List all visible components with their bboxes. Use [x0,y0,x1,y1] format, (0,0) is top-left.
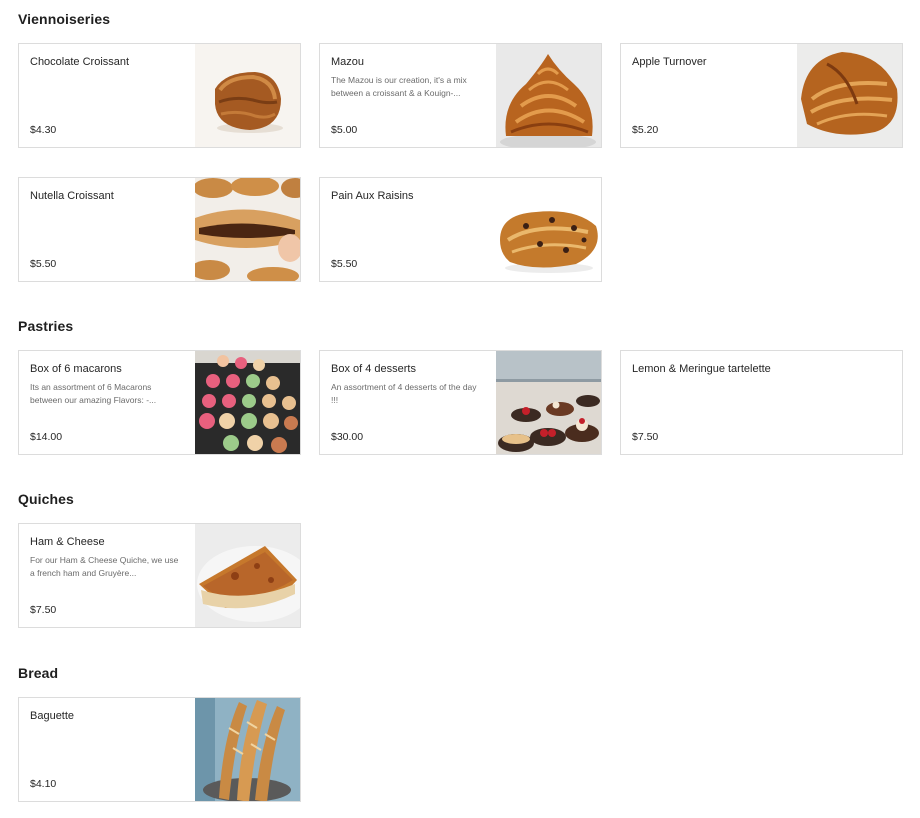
menu-item-name: Apple Turnover [632,56,707,68]
menu-item-description: The Mazou is our creation, it's a mix be… [331,75,467,98]
menu-item-name: Box of 6 macarons [30,363,122,375]
menu-item-text: Box of 4 desserts An assortment of 4 des… [331,351,496,454]
menu-item-description: For our Ham & Cheese Quiche, we use a fr… [30,555,179,578]
menu-item-text: Mazou The Mazou is our creation, it's a … [331,44,496,147]
menu-item-price: $7.50 [632,431,659,443]
menu-item-text: Nutella Croissant $5.50 [30,178,195,281]
menu-item-name: Nutella Croissant [30,190,114,202]
quiche-photo [195,524,300,627]
menu-item-description: Its an assortment of 6 Macarons between … [30,382,157,405]
section-title-bread: Bread [18,665,59,681]
chocolate-croissant-photo [195,44,300,147]
menu-item-name: Ham & Cheese [30,536,105,548]
menu-item-name: Lemon & Meringue tartelette [632,363,771,375]
menu-item-price: $5.00 [331,124,358,136]
menu-item-text: Box of 6 macarons Its an assortment of 6… [30,351,195,454]
menu-item-card[interactable]: Baguette $4.10 [18,697,301,802]
menu-item-price: $5.50 [331,258,358,270]
desserts-photo [496,351,601,454]
menu-item-price: $5.20 [632,124,659,136]
baguette-photo [195,698,300,801]
menu-item-card[interactable]: Box of 6 macarons Its an assortment of 6… [18,350,301,455]
apple-turnover-photo [797,44,902,147]
pain-aux-raisins-photo [496,178,601,281]
section-title-viennoiseries: Viennoiseries [18,11,111,27]
menu-item-card[interactable]: Box of 4 desserts An assortment of 4 des… [319,350,602,455]
menu-item-description: An assortment of 4 desserts of the day !… [331,382,477,405]
menu-item-text: Lemon & Meringue tartelette $7.50 [632,351,892,454]
menu-item-card[interactable]: Mazou The Mazou is our creation, it's a … [319,43,602,148]
menu-item-card[interactable]: Ham & Cheese For our Ham & Cheese Quiche… [18,523,301,628]
menu-item-card[interactable]: Apple Turnover $5.20 [620,43,903,148]
menu-item-text: Chocolate Croissant $4.30 [30,44,195,147]
menu-item-card[interactable]: Pain Aux Raisins $5.50 [319,177,602,282]
menu-item-price: $14.00 [30,431,63,443]
menu-item-price: $5.50 [30,258,57,270]
macarons-photo [195,351,300,454]
menu-item-text: Apple Turnover $5.20 [632,44,797,147]
menu-item-name: Pain Aux Raisins [331,190,414,202]
menu-item-name: Chocolate Croissant [30,56,130,68]
menu-item-text: Baguette $4.10 [30,698,195,801]
menu-item-name: Mazou [331,56,365,68]
menu-item-price: $4.30 [30,124,57,136]
section-title-pastries: Pastries [18,318,74,334]
menu-item-card[interactable]: Chocolate Croissant $4.30 [18,43,301,148]
menu-item-card[interactable]: Nutella Croissant $5.50 [18,177,301,282]
menu-item-name: Baguette [30,710,75,722]
menu-item-price: $30.00 [331,431,364,443]
menu-item-text: Ham & Cheese For our Ham & Cheese Quiche… [30,524,195,627]
menu-item-price: $7.50 [30,604,57,616]
section-title-quiches: Quiches [18,491,74,507]
mazou-photo [496,44,601,147]
menu-item-price: $4.10 [30,778,57,790]
menu-item-card[interactable]: Lemon & Meringue tartelette $7.50 [620,350,903,455]
menu-item-text: Pain Aux Raisins $5.50 [331,178,496,281]
menu-item-name: Box of 4 desserts [331,363,416,375]
nutella-croissant-photo [195,178,300,281]
